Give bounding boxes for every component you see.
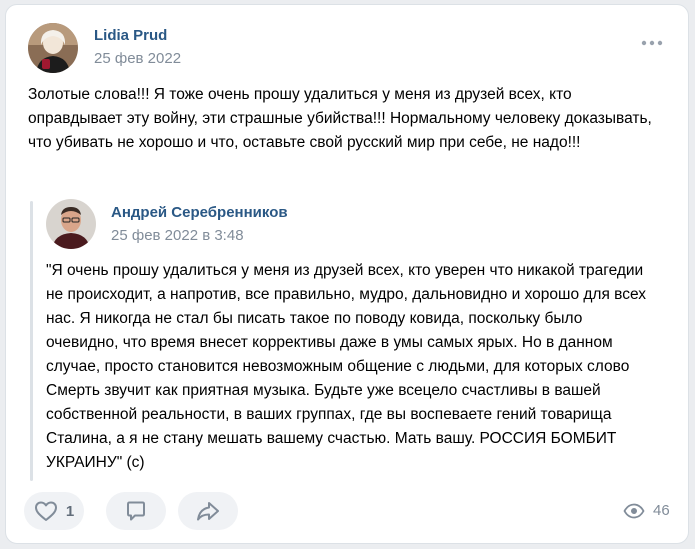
more-options-button[interactable] [640, 35, 664, 51]
post-date[interactable]: 25 фев 2022 [94, 50, 181, 67]
repost-date[interactable]: 25 фев 2022 в 3:48 [111, 227, 244, 244]
repost-author-avatar[interactable] [46, 199, 96, 249]
views-count: 46 [653, 502, 670, 519]
author-avatar[interactable] [28, 23, 78, 73]
ellipsis-icon [641, 40, 663, 46]
repost-text: "Я очень прошу удалиться у меня из друзе… [46, 262, 647, 471]
like-button[interactable]: 1 [24, 492, 84, 530]
post-card: Lidia Prud 25 фев 2022 Золотые слова!!! … [5, 4, 689, 544]
share-button[interactable] [178, 492, 238, 530]
repost-divider [30, 201, 33, 481]
repost-author-name[interactable]: Андрей Серебренников [111, 204, 288, 221]
author-name[interactable]: Lidia Prud [94, 27, 167, 44]
post-text: Золотые слова!!! Я тоже очень прошу удал… [28, 86, 652, 151]
comment-icon [127, 501, 145, 521]
eye-icon [623, 503, 645, 518]
views-counter: 46 [623, 502, 670, 519]
comment-button[interactable] [106, 492, 166, 530]
heart-icon [34, 501, 57, 521]
like-count: 1 [65, 502, 75, 520]
share-icon [197, 502, 219, 521]
